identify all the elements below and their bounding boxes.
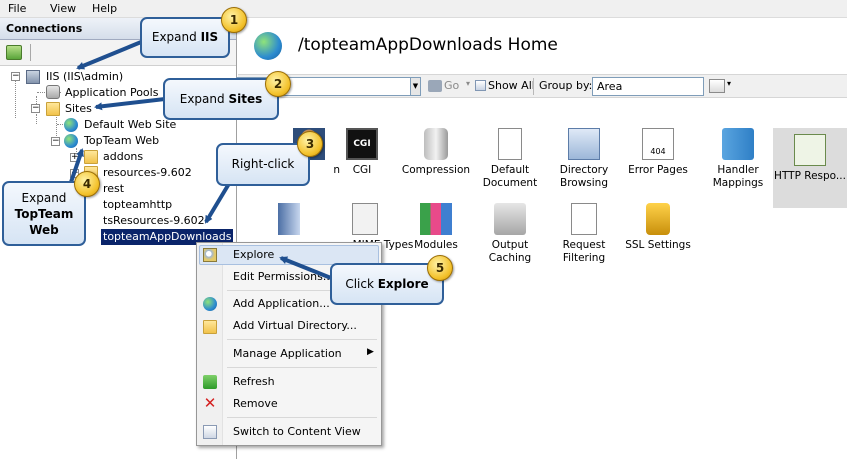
menu-file[interactable]: File	[8, 2, 26, 15]
modules-icon	[420, 203, 452, 235]
menu-item-manage-application[interactable]: Manage Application	[233, 345, 342, 363]
group-by-select[interactable]: Area	[592, 77, 704, 96]
feature-compression[interactable]: Compression	[399, 128, 473, 177]
site-globe-icon	[254, 32, 282, 60]
expander-sites[interactable]: −	[31, 104, 40, 113]
callout-1: Expand IIS	[140, 17, 230, 58]
tree-line	[36, 114, 37, 124]
menu-item-add-application[interactable]: Add Application...	[233, 295, 330, 313]
add-virtual-directory-icon	[203, 320, 217, 334]
default-document-icon	[498, 128, 522, 160]
menu-item-add-virtual-directory[interactable]: Add Virtual Directory...	[233, 317, 357, 335]
submenu-arrow-icon: ▶	[367, 347, 374, 357]
feature-output-caching[interactable]: Output Caching	[473, 203, 547, 265]
context-menu-gutter	[197, 243, 223, 445]
step-badge-4: 4	[74, 171, 100, 197]
step-badge-2: 2	[265, 71, 291, 97]
binoculars-icon[interactable]	[428, 80, 442, 92]
server-icon	[26, 70, 40, 84]
menu-separator	[227, 339, 377, 340]
remove-icon: ✕	[203, 394, 217, 412]
app-pools-icon	[46, 85, 60, 99]
explore-icon	[203, 248, 217, 262]
menu-item-refresh[interactable]: Refresh	[233, 373, 275, 391]
menu-item-remove[interactable]: Remove	[233, 395, 278, 413]
content-view-icon	[203, 425, 217, 439]
explore-hover	[199, 245, 379, 265]
menu-item-edit-permissions[interactable]: Edit Permissions...	[233, 268, 333, 286]
tree-server[interactable]: IIS (IIS\admin)	[46, 69, 123, 85]
connect-icon[interactable]	[6, 45, 22, 60]
title-area: /topteamAppDownloads Home	[238, 18, 847, 70]
feature-request-filtering[interactable]: Request Filtering	[547, 203, 621, 265]
tree-addons[interactable]: addons	[103, 149, 143, 165]
tree-resources[interactable]: resources-9.602	[103, 165, 192, 181]
directory-browsing-icon	[568, 128, 600, 160]
add-application-icon	[203, 297, 217, 311]
http-response-icon	[794, 134, 826, 166]
callout-3: Right-click	[216, 143, 310, 186]
logging-icon	[278, 203, 300, 235]
step-badge-1: 1	[221, 7, 247, 33]
tree-topteam-web[interactable]: TopTeam Web	[84, 133, 159, 149]
handler-mappings-icon	[722, 128, 754, 160]
padlock-icon	[646, 203, 670, 235]
error-pages-icon: 404	[642, 128, 674, 160]
refresh-icon	[203, 375, 217, 389]
view-dropdown-icon[interactable]: ▾	[727, 79, 731, 88]
page-title: /topteamAppDownloads Home	[298, 35, 558, 55]
feature-directory-browsing[interactable]: Directory Browsing	[547, 128, 621, 190]
folder-icon	[84, 150, 98, 164]
feature-ssl-settings[interactable]: SSL Settings	[621, 203, 695, 252]
go-button[interactable]: Go	[444, 79, 459, 92]
group-by-label: Group by:	[539, 79, 593, 92]
callout-4: Expand TopTeam Web	[2, 181, 86, 246]
chevron-down-icon[interactable]: ▼	[410, 77, 421, 96]
globe-icon	[64, 134, 78, 148]
tree-topteamhttp[interactable]: topteamhttp	[103, 197, 172, 213]
menu-separator	[227, 367, 377, 368]
go-dropdown-icon[interactable]: ▾	[466, 79, 470, 88]
expander-server[interactable]: −	[11, 72, 20, 81]
separator	[533, 78, 534, 95]
expander-topteam[interactable]: −	[51, 137, 60, 146]
output-caching-icon	[494, 203, 526, 235]
menu-bar: File View Help	[0, 0, 847, 18]
show-all-button[interactable]: Show All	[488, 79, 535, 92]
tree-default-site[interactable]: Default Web Site	[84, 117, 176, 133]
request-filtering-icon	[571, 203, 597, 235]
feature-cgi[interactable]: CGI CGI	[325, 128, 399, 177]
filter-bar: ▼ Go ▾ Show All Group by: Area ▾	[236, 74, 847, 98]
menu-separator	[227, 417, 377, 418]
tree-app-pools[interactable]: Application Pools	[65, 85, 158, 101]
menu-item-switch-content-view[interactable]: Switch to Content View	[233, 423, 361, 441]
compression-icon	[424, 128, 448, 160]
tree-sites[interactable]: Sites	[65, 101, 92, 117]
feature-default-document[interactable]: Default Document	[473, 128, 547, 190]
step-badge-3: 3	[297, 131, 323, 157]
callout-2: Expand Sites	[163, 78, 279, 120]
feature-logging-partial[interactable]	[252, 203, 326, 239]
menu-help[interactable]: Help	[92, 2, 117, 15]
sites-folder-icon	[46, 102, 60, 116]
expander-addons[interactable]: +	[70, 153, 79, 162]
feature-http-response[interactable]: HTTP Respo...	[773, 128, 847, 208]
tree-tsresources[interactable]: tsResources-9.602	[103, 213, 205, 229]
feature-error-pages[interactable]: 404 Error Pages	[621, 128, 695, 177]
mime-types-icon	[352, 203, 378, 235]
menu-view[interactable]: View	[50, 2, 76, 15]
show-all-icon	[475, 80, 486, 91]
feature-modules[interactable]: Modules	[399, 203, 473, 252]
cgi-icon: CGI	[346, 128, 378, 160]
view-icon[interactable]	[709, 79, 725, 93]
group-by-value: Area	[597, 80, 623, 93]
globe-icon	[64, 118, 78, 132]
menu-item-explore[interactable]: Explore	[233, 246, 274, 264]
tree-line	[15, 80, 16, 118]
step-badge-5: 5	[427, 255, 453, 281]
tree-rest[interactable]: rest	[103, 181, 124, 197]
toolbar-separator	[30, 44, 31, 61]
feature-handler-mappings[interactable]: Handler Mappings	[701, 128, 775, 190]
